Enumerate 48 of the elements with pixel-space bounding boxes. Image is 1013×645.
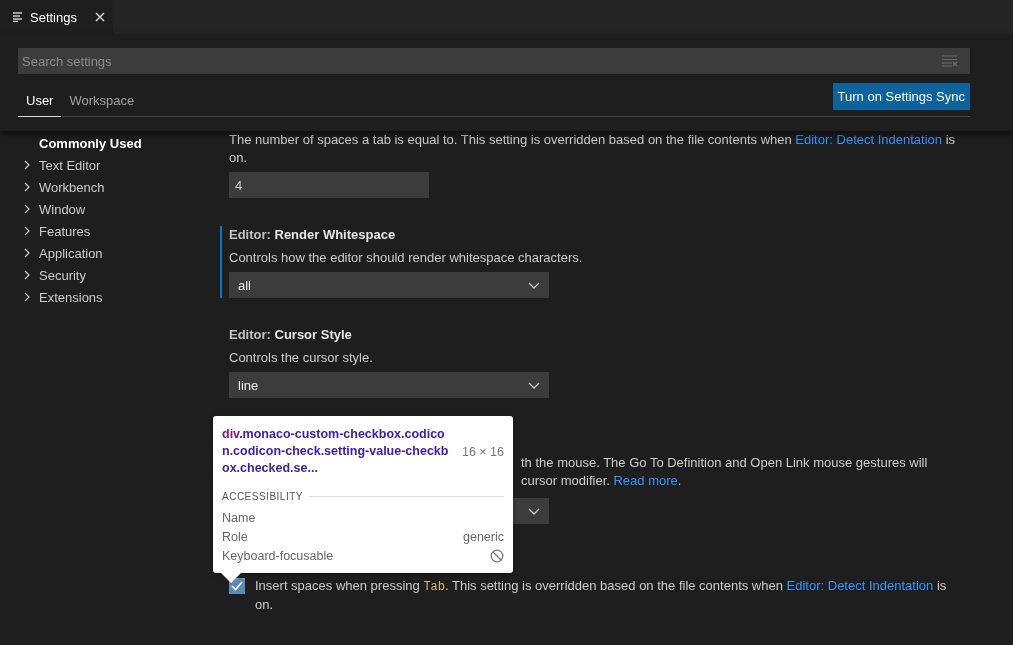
setting-description: Controls how the editor should render whitespace characters. [229, 249, 584, 267]
toc-item[interactable]: Extensions [39, 289, 103, 305]
toc-item[interactable]: Commonly Used [39, 135, 142, 151]
element-selector: div.monaco-custom-checkbox.codicon.codicon-check.setting-value-checkbox.checked.se... [222, 426, 450, 477]
toc-item[interactable]: Workbench [39, 179, 105, 195]
close-icon[interactable] [95, 12, 105, 22]
setting-title: Editor: Cursor Style [229, 326, 353, 344]
toc-item[interactable]: Application [39, 245, 103, 261]
toc-item[interactable]: Security [39, 267, 86, 283]
chevron-icon[interactable] [24, 182, 30, 192]
link[interactable]: Read more [613, 473, 678, 488]
tab-title: Settings [30, 9, 77, 25]
chevron-icon[interactable] [24, 248, 30, 258]
dropdown[interactable]: line [229, 372, 549, 398]
setting-title: Editor: Render Whitespace [229, 226, 397, 244]
chevron-down-icon [528, 381, 540, 389]
chevron-icon[interactable] [24, 226, 30, 236]
chevron-down-icon [528, 507, 540, 515]
sync-button[interactable]: Turn on Settings Sync [832, 83, 970, 110]
element-size: 16 × 16 [461, 444, 504, 459]
chevron-down-icon [528, 281, 540, 289]
setting-description: cursor modifier. Read more. [521, 472, 682, 490]
setting-description: The number of spaces a tab is equal to. This setting is overridden based on the file contents when Editor: Detect Indentation is on. [229, 131, 957, 167]
search-field[interactable]: Search settings [18, 48, 970, 74]
section-heading: ACCESSIBILITY [222, 491, 303, 502]
link[interactable]: Editor: Detect Indentation [786, 578, 934, 593]
chevron-icon[interactable] [24, 204, 30, 214]
toc-item[interactable]: Text Editor [39, 157, 101, 173]
editor-tab[interactable]: Settings [0, 0, 113, 34]
property-value: generic [463, 529, 504, 544]
toc-item[interactable]: Features [39, 223, 91, 239]
scope-tab[interactable]: Workspace [61, 87, 143, 117]
setting-description: Insert spaces when pressing Tab. This setting is overridden based on the file contents when Editor: Detect Indentation is on. [255, 577, 948, 614]
chevron-icon[interactable] [24, 270, 30, 280]
chevron-icon[interactable] [24, 292, 30, 302]
dropdown[interactable]: all [229, 272, 549, 298]
property-label: Keyboard-focusable [222, 548, 334, 563]
scope-tab[interactable]: User [18, 87, 62, 117]
settings-icon [13, 12, 24, 22]
toc-item[interactable]: Window [39, 201, 86, 217]
link[interactable]: Editor: Detect Indentation [795, 132, 943, 147]
setting-description: Controls the cursor style. [229, 349, 374, 367]
setting-description: th the mouse. The Go To Definition and Open Link mouse gestures will [521, 454, 928, 472]
number-field[interactable]: 4 [229, 172, 429, 198]
chevron-icon[interactable] [24, 160, 30, 170]
property-label: Name [222, 510, 256, 525]
not-allowed-icon [490, 548, 504, 563]
property-label: Role [222, 529, 248, 544]
